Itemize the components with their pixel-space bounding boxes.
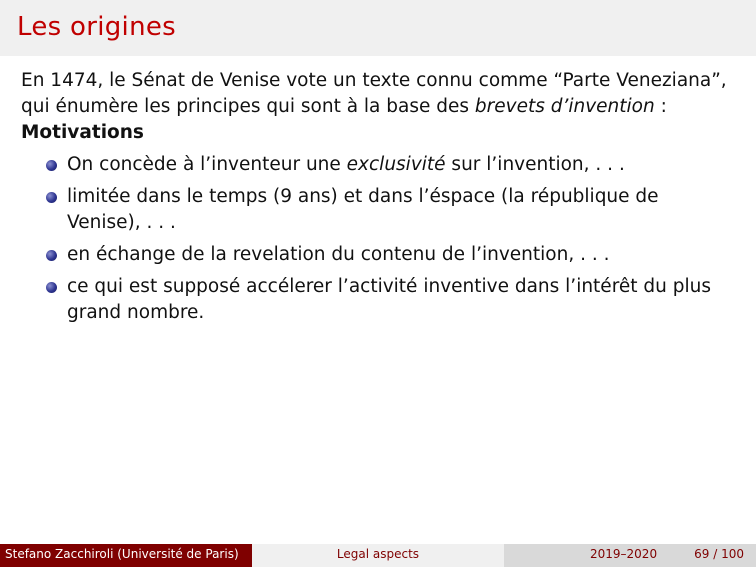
list-item: ce qui est supposé accélerer l’activité … — [46, 274, 737, 326]
item-text: On concède à l’inventeur une — [67, 154, 347, 175]
footer-bar: Stefano Zacchiroli (Université de Paris)… — [0, 544, 756, 567]
bullet-icon — [46, 192, 57, 203]
item-text: en échange de la revelation du contenu d… — [67, 244, 610, 265]
bullet-icon — [46, 250, 57, 261]
motivations-heading: Motivations — [21, 122, 144, 143]
footer-date-page: 2019–2020 69 / 100 — [504, 544, 756, 567]
motivations-list: On concède à l’inventeur une exclusivité… — [21, 152, 737, 326]
footer-date: 2019–2020 — [590, 547, 658, 561]
footer-author: Stefano Zacchiroli (Université de Paris) — [0, 544, 252, 567]
intro-text-end: : — [654, 96, 667, 117]
list-item: On concède à l’inventeur une exclusivité… — [46, 152, 737, 178]
intro-emphasis: brevets d’invention — [474, 96, 655, 117]
intro-paragraph: En 1474, le Sénat de Venise vote un text… — [21, 68, 737, 120]
list-item: limitée dans le temps (9 ans) et dans l’… — [46, 184, 737, 236]
bullet-icon — [46, 282, 57, 293]
item-text: limitée dans le temps (9 ans) et dans l’… — [67, 186, 659, 233]
slide-body: En 1474, le Sénat de Venise vote un text… — [21, 68, 737, 332]
bullet-icon — [46, 160, 57, 171]
frame-title-bar: Les origines — [0, 0, 756, 56]
item-text: ce qui est supposé accélerer l’activité … — [67, 276, 712, 323]
item-emphasis: exclusivité — [346, 154, 446, 175]
slide-title: Les origines — [17, 12, 177, 42]
list-item: en échange de la revelation du contenu d… — [46, 242, 737, 268]
footer-short-title: Legal aspects — [252, 544, 504, 567]
item-text-end: sur l’invention, . . . — [445, 154, 625, 175]
footer-page-number: 69 / 100 — [694, 547, 744, 561]
